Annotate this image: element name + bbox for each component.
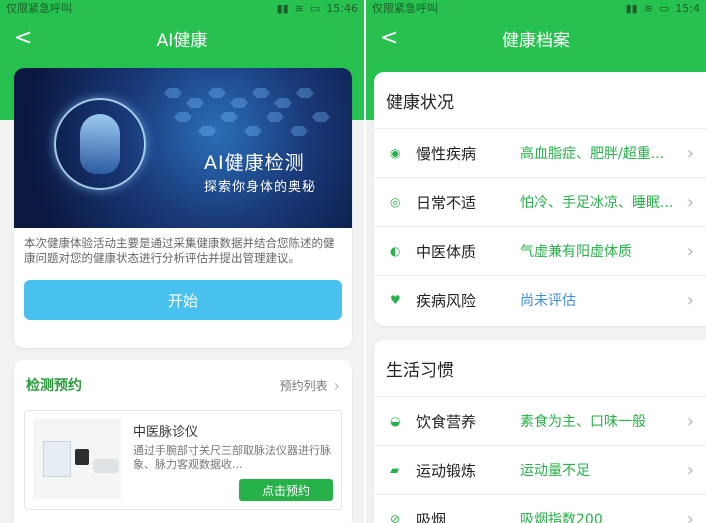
back-icon[interactable]: <: [380, 26, 398, 51]
row-diet[interactable]: ◒ 饮食营养 素食为主、口味一般 ›: [374, 396, 706, 445]
wifi-icon: ≋: [643, 1, 653, 15]
product-item[interactable]: 中医脉诊仪 通过手腕部寸关尺三部取脉法仪器进行脉象、脉力客观数据收... 点击预…: [24, 410, 342, 510]
signal-icon: ▮▮: [625, 1, 638, 15]
carrier-text: 仅限紧急呼叫: [372, 2, 438, 15]
chevron-right-icon: ›: [686, 508, 694, 523]
shoe-icon: ▰: [390, 463, 400, 477]
hero-banner: AI健康检测 探索你身体的奥秘: [14, 68, 352, 228]
battery-icon: ▭: [309, 1, 321, 15]
health-status-card: 健康状况 ◉ 慢性疾病 高血脂症、肥胖/超重... › ◎ 日常不适 怕冷、手足…: [374, 72, 706, 326]
nav-bar: < AI健康: [0, 16, 364, 60]
status-time: 15:4: [675, 1, 700, 15]
row-tcm-constitution[interactable]: ◐ 中医体质 气虚兼有阳虚体质 ›: [374, 226, 706, 275]
wifi-icon: ≋: [294, 1, 304, 15]
booking-card: 检测预约 预约列表 › 中医脉诊仪 通过手腕部寸关尺三部取脉法仪器进行脉象、脉力…: [14, 360, 352, 523]
chevron-right-icon: ›: [686, 459, 694, 481]
description-text: 本次健康体验活动主要是通过采集健康数据并结合您陈述的健康问题对您的健康状态进行分…: [24, 236, 335, 265]
nav-bar: < 健康档案: [366, 16, 706, 60]
row-chronic-disease[interactable]: ◉ 慢性疾病 高血脂症、肥胖/超重... ›: [374, 128, 706, 177]
product-name: 中医脉诊仪: [133, 425, 199, 440]
yin-yang-icon: ◐: [390, 244, 401, 258]
health-profile-screen: 仅限紧急呼叫 ▮▮ ≋ ▭ 15:4 < 健康档案 健康状况 ◉ 慢性疾病 高血…: [366, 0, 706, 523]
hero-title: AI健康检测: [204, 152, 305, 174]
eye-icon: ◎: [390, 195, 401, 209]
carrier-text: 仅限紧急呼叫: [6, 2, 72, 15]
hero-subtitle: 探索你身体的奥秘: [204, 180, 317, 195]
booking-header: 检测预约 预约列表 ›: [14, 360, 352, 410]
detection-card: AI健康检测 探索你身体的奥秘 本次健康体验活动主要是通过采集健康数据并结合您陈…: [14, 68, 352, 348]
heartbeat-icon: ♥: [390, 293, 401, 307]
status-time: 15:46: [326, 1, 358, 15]
chevron-right-icon: ›: [686, 191, 694, 213]
book-button[interactable]: 点击预约: [239, 479, 333, 501]
bowl-icon: ◒: [390, 414, 401, 428]
battery-icon: ▭: [658, 1, 670, 15]
signal-icon: ▮▮: [276, 1, 289, 15]
no-smoking-icon: ⊘: [390, 512, 401, 523]
row-disease-risk[interactable]: ♥ 疾病风险 尚未评估 ›: [374, 275, 706, 324]
page-title: 健康档案: [502, 30, 570, 51]
page-title: AI健康: [156, 30, 208, 51]
habits-card: 生活习惯 ◒ 饮食营养 素食为主、口味一般 › ▰ 运动锻炼 运动量不足 › ⊘…: [374, 340, 706, 523]
status-bar: 仅限紧急呼叫 ▮▮ ≋ ▭ 15:4: [366, 0, 706, 16]
product-image: [33, 419, 121, 499]
row-smoking[interactable]: ⊘ 吸烟 吸烟指数200 ›: [374, 494, 706, 523]
habits-title: 生活习惯: [386, 360, 454, 381]
chevron-right-icon: ›: [686, 410, 694, 432]
booking-title: 检测预约: [26, 378, 82, 394]
chevron-right-icon: ›: [686, 142, 694, 164]
back-icon[interactable]: <: [14, 26, 32, 51]
camera-icon: ◉: [390, 146, 401, 160]
health-status-title: 健康状况: [386, 92, 454, 113]
booking-list-link[interactable]: 预约列表 ›: [280, 376, 340, 395]
chevron-right-icon: ›: [333, 375, 340, 395]
face-scan-icon: [80, 114, 120, 174]
chevron-right-icon: ›: [686, 240, 694, 262]
status-bar: 仅限紧急呼叫 ▮▮ ≋ ▭ 15:46: [0, 0, 364, 16]
start-button[interactable]: 开始: [24, 280, 342, 320]
row-exercise[interactable]: ▰ 运动锻炼 运动量不足 ›: [374, 445, 706, 494]
chevron-right-icon: ›: [686, 289, 694, 311]
ai-health-screen: 仅限紧急呼叫 ▮▮ ≋ ▭ 15:46 < AI健康 AI健康检测 探索你身体的…: [0, 0, 364, 523]
product-description: 通过手腕部寸关尺三部取脉法仪器进行脉象、脉力客观数据收...: [133, 444, 331, 471]
booking-list-label: 预约列表: [279, 378, 328, 393]
row-daily-discomfort[interactable]: ◎ 日常不适 怕冷、手足冰凉、睡眠... ›: [374, 177, 706, 226]
